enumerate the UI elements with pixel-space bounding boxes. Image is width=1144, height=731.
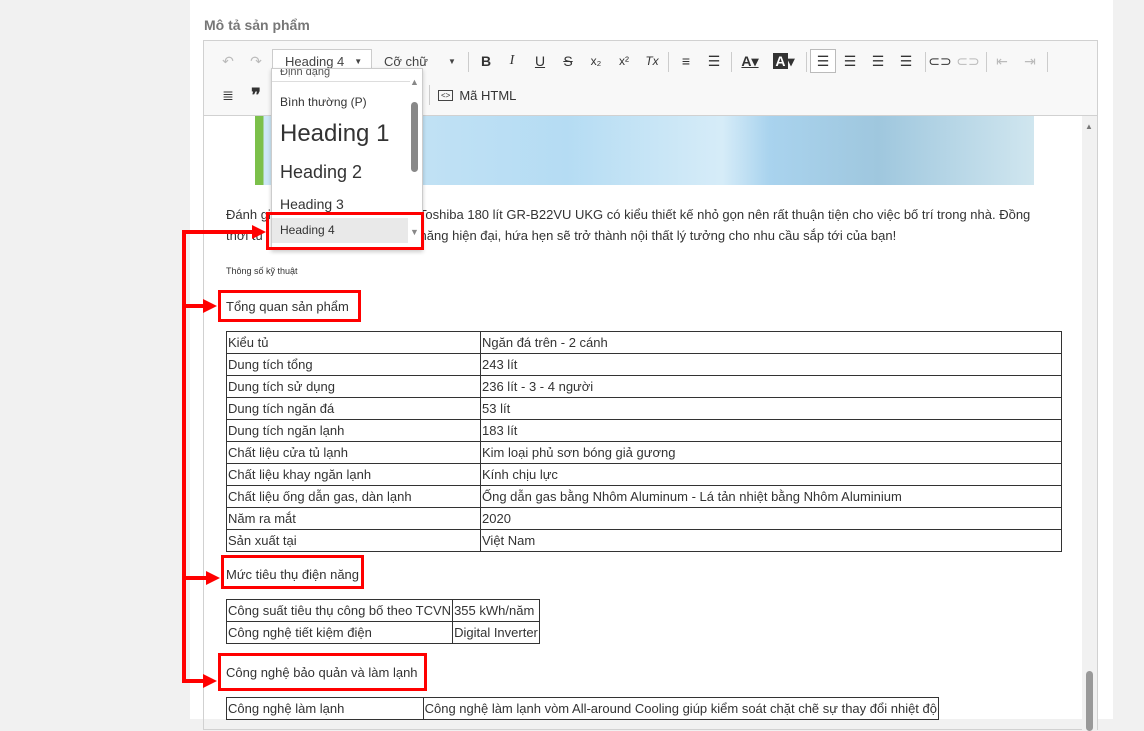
spec-value: Kim loại phủ sơn bóng giả gương — [480, 441, 1062, 464]
numbered-list-icon[interactable]: ≡ — [674, 49, 698, 73]
table-row: Dung tích ngăn lạnh 183 lít — [226, 419, 1062, 442]
format-option-h3[interactable]: Heading 3 — [280, 196, 344, 212]
spec-value: 236 lít - 3 - 4 người — [480, 375, 1062, 398]
superscript-button[interactable]: x² — [612, 49, 636, 73]
spec-value: 183 lít — [480, 419, 1062, 442]
spec-name: Năm ra mắt — [226, 507, 481, 530]
table-row: Công suất tiêu thụ công bố theo TCVN 355 … — [225, 599, 540, 622]
spec-name: Chất liệu ống dẫn gas, dàn lạnh — [226, 485, 481, 508]
table-row: Dung tích sử dụng 236 lít - 3 - 4 người — [226, 375, 1062, 398]
field-label: Mô tả sản phẩm — [204, 17, 310, 33]
font-size-value: Cỡ chữ — [384, 53, 428, 69]
unlink-icon[interactable]: ⊂⊃ — [956, 49, 980, 73]
annotation-box-power — [221, 555, 364, 589]
table-row: Chất liệu ống dẫn gas, dàn lạnh Ống dẫn g… — [226, 485, 1062, 508]
underline-button[interactable]: U — [528, 49, 552, 73]
table-row: Năm ra mắt 2020 — [226, 507, 1062, 530]
spec-value: Digital Inverter — [452, 621, 540, 644]
power-table: Công suất tiêu thụ công bố theo TCVN 355 … — [225, 599, 540, 644]
dropdown-header: Định dạng — [280, 68, 331, 78]
redo-button[interactable]: ↷ — [244, 49, 268, 73]
table-row: Công nghệ làm lạnh Công nghệ làm lạnh vòm… — [226, 697, 940, 720]
scroll-up-icon[interactable]: ▲ — [410, 77, 419, 87]
spec-name: Sản xuất tại — [226, 529, 481, 552]
table-row: Chất liệu khay ngăn lạnh Kính chịu lực — [226, 463, 1062, 486]
chevron-down-icon: ▼ — [448, 56, 456, 66]
spec-title: Thông số kỹ thuật — [226, 266, 298, 276]
format-value: Heading 4 — [285, 53, 345, 69]
spec-name: Chất liệu khay ngăn lạnh — [226, 463, 481, 486]
align-right-icon[interactable]: ☰ — [866, 49, 890, 73]
strikethrough-button[interactable]: S — [556, 49, 580, 73]
horizontal-rule-icon[interactable]: ≣ — [216, 83, 240, 107]
annotation-box-overview — [218, 290, 361, 322]
annotation-box-heading4 — [266, 212, 424, 250]
spec-name: Dung tích ngăn đá — [226, 397, 481, 420]
spec-value: Ống dẫn gas bằng Nhôm Aluminum - Lá tản … — [480, 485, 1062, 508]
remove-format-button[interactable]: Tx — [640, 49, 664, 73]
format-option-h1[interactable]: Heading 1 — [280, 120, 389, 148]
spec-name: Kiểu tủ — [226, 331, 481, 354]
align-left-icon[interactable]: ☰ — [810, 49, 836, 73]
outdent-icon[interactable]: ⇤ — [990, 49, 1014, 73]
blockquote-button[interactable]: ❞ — [244, 83, 268, 107]
subscript-button[interactable]: x₂ — [584, 49, 608, 73]
indent-icon[interactable]: ⇥ — [1018, 49, 1042, 73]
link-icon[interactable]: ⊂⊃ — [928, 49, 952, 73]
bulleted-list-icon[interactable]: ☰ — [702, 49, 726, 73]
spec-value: Công nghệ làm lạnh vòm All-around Coolin… — [422, 697, 940, 720]
spec-name: Dung tích tổng — [226, 353, 481, 376]
html-source-button[interactable]: <> Mã HTML — [438, 83, 516, 107]
spec-name: Dung tích sử dụng — [226, 375, 481, 398]
overview-table: Kiểu tủ Ngăn đá trên - 2 cánh Dung tích tổ… — [226, 331, 1062, 552]
editor-scrollbar[interactable]: ▲ — [1082, 116, 1097, 731]
scrollbar-thumb[interactable] — [1086, 671, 1093, 731]
align-justify-icon[interactable]: ☰ — [894, 49, 918, 73]
spec-name: Công nghệ làm lạnh — [226, 697, 424, 720]
spec-value: 53 lít — [480, 397, 1062, 420]
text-color-icon[interactable]: A▾ — [736, 49, 764, 73]
spec-name: Công suất tiêu thụ công bố theo TCVN — [225, 599, 454, 622]
cooling-table: Công nghệ làm lạnh Công nghệ làm lạnh vòm… — [226, 697, 940, 720]
chevron-down-icon: ▼ — [354, 56, 363, 66]
code-file-icon: <> — [438, 89, 454, 101]
italic-button[interactable]: I — [500, 49, 524, 73]
spec-value: Ngăn đá trên - 2 cánh — [480, 331, 1062, 354]
table-row: Sản xuất tại Việt Nam — [226, 529, 1062, 552]
spec-value: Kính chịu lực — [480, 463, 1062, 486]
align-center-icon[interactable]: ☰ — [838, 49, 862, 73]
undo-button[interactable]: ↶ — [216, 49, 240, 73]
spec-value: 355 kWh/năm — [452, 599, 540, 622]
annotation-box-cooling — [218, 653, 427, 691]
table-row: Kiểu tủ Ngăn đá trên - 2 cánh — [226, 331, 1062, 354]
spec-name: Chất liệu cửa tủ lạnh — [226, 441, 481, 464]
table-row: Dung tích ngăn đá 53 lít — [226, 397, 1062, 420]
spec-value: 2020 — [480, 507, 1062, 530]
scroll-up-icon[interactable]: ▲ — [1085, 122, 1093, 131]
table-row: Dung tích tổng 243 lít — [226, 353, 1062, 376]
spec-value: Việt Nam — [480, 529, 1062, 552]
dropdown-scrollbar-thumb[interactable] — [411, 102, 418, 172]
spec-name: Công nghệ tiết kiệm điện — [225, 621, 454, 644]
format-option-normal[interactable]: Bình thường (P) — [280, 95, 367, 109]
background-color-icon[interactable]: A ▾ — [770, 49, 798, 73]
spec-value: 243 lít — [480, 353, 1062, 376]
html-source-label: Mã HTML — [459, 87, 517, 103]
bold-button[interactable]: B — [474, 49, 498, 73]
format-option-h2[interactable]: Heading 2 — [280, 162, 362, 183]
table-row: Công nghệ tiết kiệm điện Digital Inverter — [225, 621, 540, 644]
spec-name: Dung tích ngăn lạnh — [226, 419, 481, 442]
table-row: Chất liệu cửa tủ lạnh Kim loại phủ sơn bó… — [226, 441, 1062, 464]
annotation-line — [182, 231, 186, 683]
